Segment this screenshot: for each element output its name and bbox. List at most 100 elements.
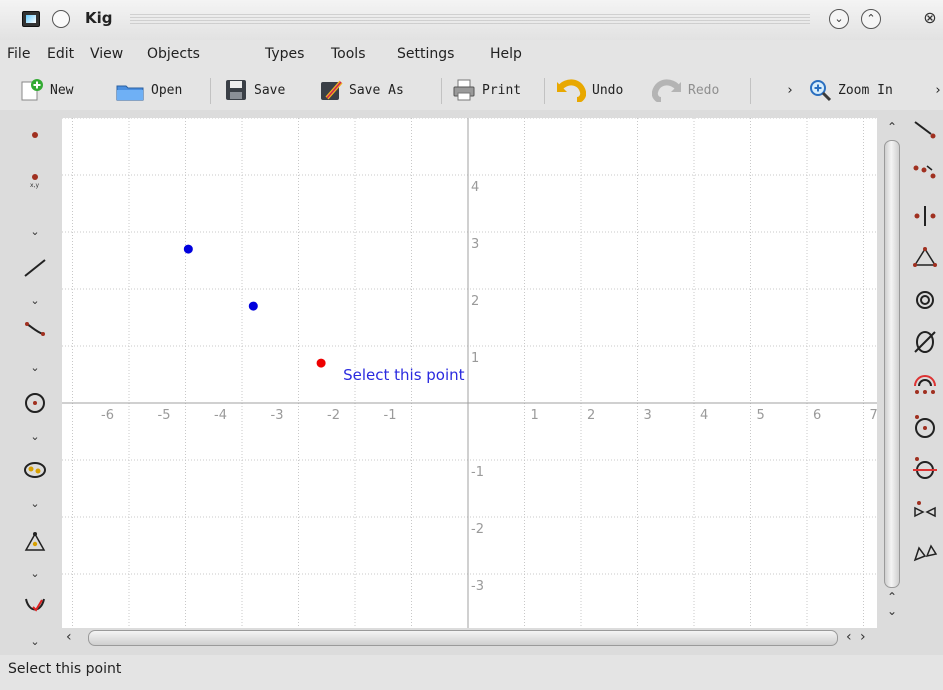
scroll-up-icon[interactable]: ⌃	[887, 590, 897, 604]
open-button[interactable]: Open	[115, 76, 182, 104]
x-tick-label: 3	[644, 408, 652, 423]
x-tick-label: -3	[271, 408, 284, 423]
menu-objects[interactable]: Objects	[147, 46, 200, 62]
status-text: Select this point	[8, 661, 122, 677]
maximize-button[interactable]: ⌃	[861, 9, 881, 29]
open-folder-icon	[115, 78, 145, 102]
zoom-in-icon	[808, 78, 832, 102]
y-tick-label: -3	[471, 579, 484, 594]
app-icon[interactable]	[22, 11, 40, 27]
line-circle-icon[interactable]	[911, 454, 939, 482]
title-bar-grip	[130, 14, 810, 26]
printer-icon	[452, 78, 476, 102]
chevron-down-icon[interactable]: ⌄	[22, 490, 48, 516]
line-icon[interactable]	[22, 255, 48, 281]
geometry-point[interactable]	[248, 301, 258, 311]
main-toolbar: New Open Save Save As Print Undo Redo ›	[0, 70, 943, 110]
save-button[interactable]: Save	[224, 76, 285, 104]
menu-types[interactable]: Types	[265, 46, 304, 62]
save-disk-icon	[224, 78, 248, 102]
menu-tools[interactable]: Tools	[331, 46, 366, 62]
chevron-down-icon[interactable]: ⌄	[22, 354, 48, 380]
x-tick-label: -5	[158, 408, 171, 423]
transform-icon[interactable]	[911, 538, 939, 566]
reflect-icon[interactable]	[911, 496, 939, 524]
chevron-down-icon[interactable]: ⌄	[22, 218, 48, 244]
x-tick-label: -2	[327, 408, 340, 423]
geometry-point[interactable]	[316, 358, 326, 368]
toolbar-overflow-chevron-icon[interactable]: ›	[934, 76, 942, 104]
segment-icon[interactable]	[22, 315, 48, 341]
x-tick-label: 5	[757, 408, 765, 423]
menu-help[interactable]: Help	[490, 46, 522, 62]
chevron-down-icon[interactable]: ⌄	[22, 423, 48, 449]
circle-icon[interactable]	[22, 390, 48, 416]
intersection-icon[interactable]	[911, 328, 939, 356]
geometry-point[interactable]	[183, 244, 193, 254]
object-toolbar-right	[905, 110, 943, 655]
x-tick-label: -6	[101, 408, 114, 423]
horizontal-scroll-thumb[interactable]	[88, 630, 838, 646]
toolbar-separator	[544, 78, 545, 104]
save-as-button[interactable]: Save As	[319, 76, 404, 104]
point-icon[interactable]	[22, 122, 48, 148]
scroll-left-icon[interactable]: ‹	[846, 629, 852, 645]
tooltip-select-point: Select this point	[343, 366, 465, 385]
spiral-icon[interactable]	[911, 286, 939, 314]
chevron-down-icon[interactable]: ⌄	[22, 560, 48, 586]
conic-icon[interactable]	[22, 457, 48, 483]
x-tick-label: -4	[214, 408, 227, 423]
circle-center-icon[interactable]	[911, 412, 939, 440]
scroll-left-icon[interactable]: ‹	[66, 629, 72, 645]
horizontal-scrollbar[interactable]: ‹ ‹ ›	[62, 628, 877, 650]
zoom-in-label: Zoom In	[838, 82, 893, 98]
menu-view[interactable]: View	[90, 46, 123, 62]
polygon-icon[interactable]	[22, 530, 48, 556]
cubic-icon[interactable]	[22, 592, 48, 618]
x-tick-label: 6	[813, 408, 821, 423]
new-button[interactable]: New	[20, 76, 73, 104]
y-tick-label: 2	[471, 294, 479, 309]
close-button[interactable]: ⊗	[920, 9, 940, 29]
vertical-scroll-thumb[interactable]	[884, 140, 900, 588]
arc-icon[interactable]	[911, 370, 939, 398]
y-tick-label: 1	[471, 351, 479, 366]
object-toolbar-left: x,y ⌄ ⌄ ⌄ ⌄ ⌄ ⌄ ⌄	[0, 110, 70, 655]
x-tick-label: -1	[384, 408, 397, 423]
minimize-button[interactable]: ⌄	[829, 9, 849, 29]
toolbar-separator	[441, 78, 442, 104]
keep-on-top-icon[interactable]	[52, 10, 70, 28]
menu-edit[interactable]: Edit	[47, 46, 74, 62]
chevron-down-icon[interactable]: ⌄	[22, 287, 48, 313]
window-title: Kig	[85, 9, 113, 27]
scroll-up-icon[interactable]: ⌃	[887, 120, 897, 134]
zoom-in-button[interactable]: Zoom In	[808, 76, 893, 104]
toolbar-overflow-chevron-icon[interactable]: ›	[786, 76, 794, 104]
undo-label: Undo	[592, 82, 624, 98]
midpoint-icon[interactable]	[911, 158, 939, 186]
vertical-scrollbar[interactable]: ⌃ ⌃ ⌄	[877, 118, 905, 628]
save-as-icon	[319, 78, 343, 102]
menu-file[interactable]: File	[7, 46, 30, 62]
perpendicular-icon[interactable]	[911, 202, 939, 230]
chevron-down-icon[interactable]: ⌄	[22, 628, 48, 654]
scroll-down-icon[interactable]: ⌄	[887, 604, 897, 618]
triangle-icon[interactable]	[911, 244, 939, 272]
svg-text:x,y: x,y	[30, 182, 39, 189]
print-button[interactable]: Print	[452, 76, 521, 104]
y-tick-label: 3	[471, 237, 479, 252]
point-by-coordinates-icon[interactable]: x,y	[22, 167, 48, 193]
print-label: Print	[482, 82, 522, 98]
x-tick-label: 7	[870, 408, 878, 423]
drawing-canvas[interactable]: -7-6-5-4-3-2-112345674321-1-2-3-4 Select…	[62, 118, 877, 628]
undo-arrow-icon	[556, 78, 587, 103]
vector-icon[interactable]	[911, 116, 939, 144]
status-bar: Select this point	[0, 655, 943, 690]
menu-settings[interactable]: Settings	[397, 46, 454, 62]
redo-button[interactable]: Redo	[651, 76, 719, 104]
undo-button[interactable]: Undo	[556, 76, 623, 104]
y-tick-label: 4	[471, 180, 479, 195]
title-bar: Kig ⌄ ⌃ ⊗	[0, 0, 943, 40]
toolbar-separator	[750, 78, 751, 104]
scroll-right-icon[interactable]: ›	[860, 629, 866, 645]
